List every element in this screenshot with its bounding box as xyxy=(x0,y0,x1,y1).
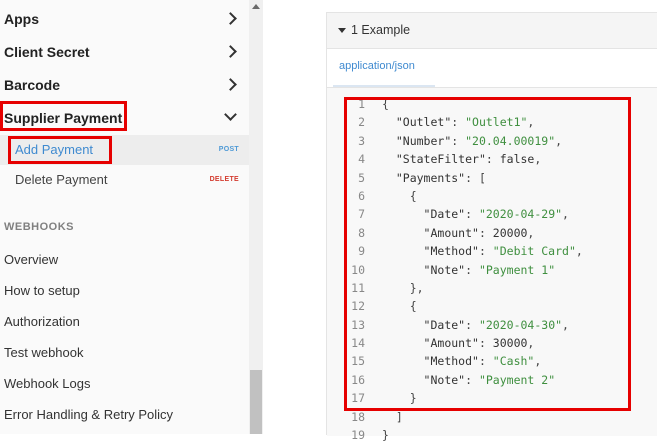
line-number: 19 xyxy=(351,428,365,443)
sub-item-label: Delete Payment xyxy=(15,172,108,187)
highlight-box-json xyxy=(344,97,631,411)
nav-group-client-secret[interactable]: Client Secret xyxy=(0,37,249,67)
highlight-box-supplier-payment xyxy=(0,101,127,131)
tab-application-json[interactable]: application/json xyxy=(339,60,415,72)
nav-group-label: Barcode xyxy=(4,77,61,93)
nav-group-label: Apps xyxy=(4,11,39,27)
code-line: 19} xyxy=(341,426,583,444)
sidebar-nav: Apps Client Secret Barcode Supplier Paym… xyxy=(0,0,249,434)
code-block: 1{2 "Outlet": "Outlet1", 3 "Number": "20.… xyxy=(327,87,657,442)
nav-group-label: Client Secret xyxy=(4,44,90,60)
sidebar-item-overview[interactable]: Overview xyxy=(4,250,58,270)
sidebar-item-test-webhook[interactable]: Test webhook xyxy=(4,343,84,363)
nav-group-apps[interactable]: Apps xyxy=(0,4,249,34)
sub-item-delete-payment[interactable]: Delete Payment DELETE xyxy=(0,165,249,195)
chevron-right-icon xyxy=(224,12,237,25)
section-heading: WEBHOOKS xyxy=(4,221,74,233)
chevron-right-icon xyxy=(224,78,237,91)
chevron-right-icon xyxy=(224,45,237,58)
sidebar-item-error-handling[interactable]: Error Handling & Retry Policy xyxy=(4,405,173,425)
chevron-down-icon xyxy=(224,108,237,121)
nav-group-barcode[interactable]: Barcode xyxy=(0,70,249,100)
method-badge: DELETE xyxy=(209,176,239,183)
code-token: } xyxy=(382,428,389,443)
sidebar-item-how-to-setup[interactable]: How to setup xyxy=(4,281,80,301)
sidebar-item-authorization[interactable]: Authorization xyxy=(4,312,80,332)
scroll-up-arrow-icon[interactable] xyxy=(252,4,260,9)
scrollbar-thumb[interactable] xyxy=(250,370,262,434)
example-panel-title: 1 Example xyxy=(351,23,411,37)
highlight-box-add-payment xyxy=(8,136,112,164)
sidebar-item-webhook-logs[interactable]: Webhook Logs xyxy=(4,374,91,394)
example-panel: 1 Example application/json 1{2 "Outlet":… xyxy=(326,12,657,442)
code-token: ] xyxy=(382,409,403,424)
example-panel-header[interactable]: 1 Example xyxy=(327,13,657,49)
caret-down-icon xyxy=(338,28,346,33)
sidebar-scrollbar[interactable] xyxy=(249,0,263,434)
method-badge: POST xyxy=(218,146,239,153)
